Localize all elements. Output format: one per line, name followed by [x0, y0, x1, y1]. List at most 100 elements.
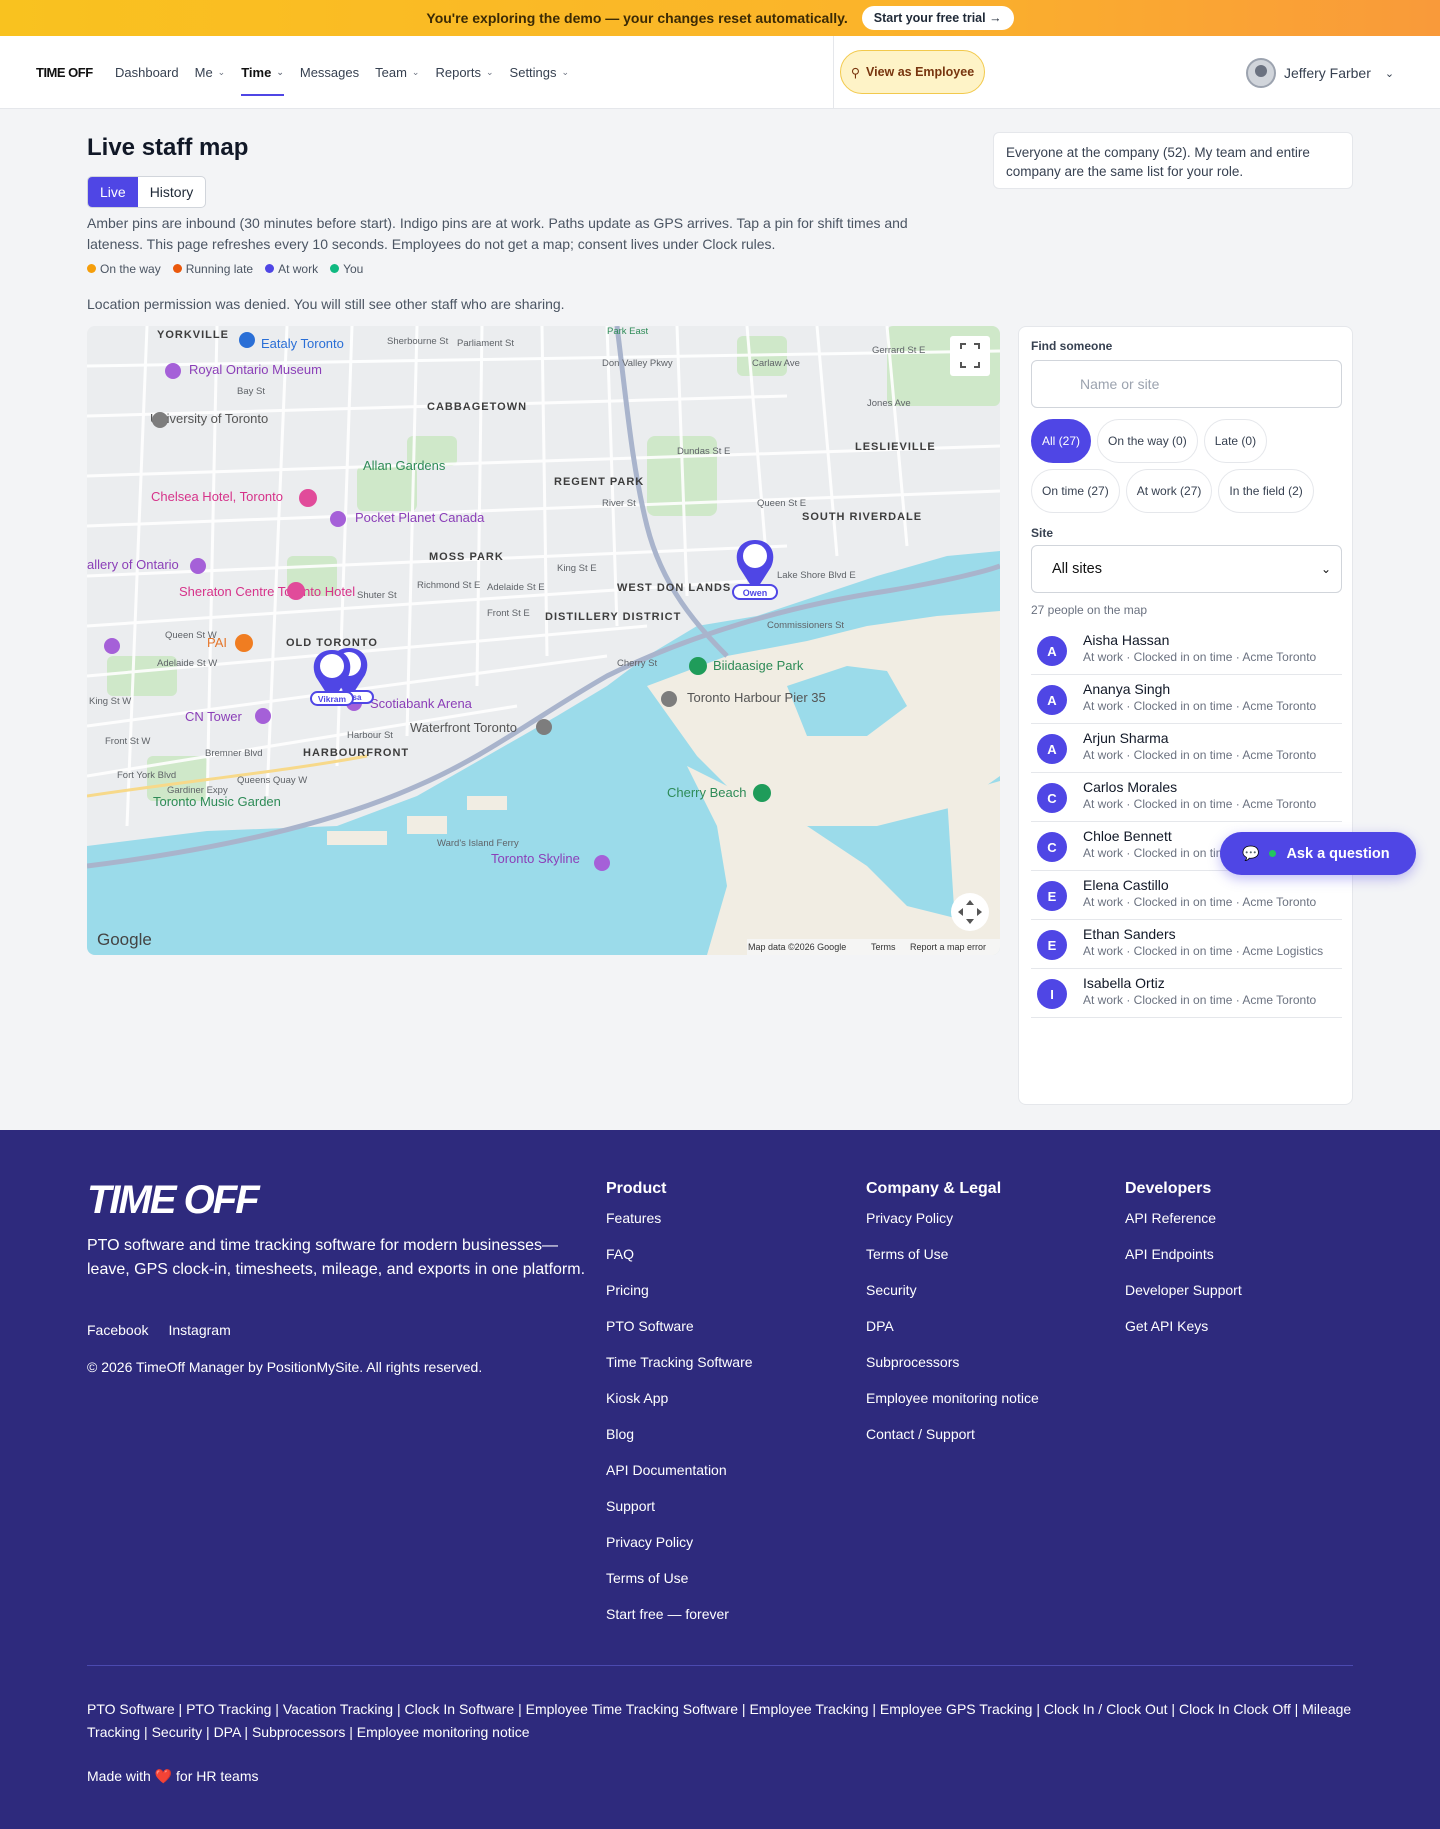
map-street: King St W [89, 696, 131, 707]
fullscreen-button[interactable] [950, 336, 990, 376]
footer-link[interactable]: Security [866, 1282, 1039, 1318]
map-label-biidaasige: Biidaasige Park [713, 658, 804, 673]
footer-link[interactable]: Blog [606, 1426, 753, 1462]
map-label-allan-gardens: Allan Gardens [363, 458, 446, 473]
list-item[interactable]: A Ananya Singh At work · Clocked in on tim… [1031, 675, 1342, 724]
map-attribution: Map data ©2026 Google [748, 942, 846, 952]
footer-link[interactable]: API Documentation [606, 1462, 753, 1498]
list-item[interactable]: I Isabella Ortiz At work · Clocked in on t… [1031, 969, 1342, 1018]
search-input[interactable]: Name or site [1031, 360, 1342, 408]
start-trial-button[interactable]: Start your free trial → [861, 6, 1014, 30]
map-canvas[interactable]: YORKVILLE CABBAGETOWN REGENT PARK LESLIE… [87, 326, 1000, 955]
map-street: Carlaw Ave [752, 358, 800, 369]
map-pin-vikram[interactable]: Vikram [310, 650, 354, 706]
user-menu[interactable]: Jeffery Farber ⌄ [1246, 58, 1394, 88]
view-tabs: Live History [87, 176, 207, 208]
footer-link[interactable]: DPA [866, 1318, 1039, 1354]
map-street: Jones Ave [867, 398, 911, 409]
page-title: Live staff map [87, 134, 249, 161]
footer-link[interactable]: API Endpoints [1125, 1246, 1242, 1282]
footer-link[interactable]: Terms of Use [866, 1246, 1039, 1282]
footer-link[interactable]: Get API Keys [1125, 1318, 1242, 1354]
facebook-link[interactable]: Facebook [87, 1322, 148, 1338]
nav-label: Reports [435, 65, 481, 80]
footer-link[interactable]: PTO Software [606, 1318, 753, 1354]
chevron-down-icon: ⌄ [1320, 562, 1331, 576]
filter-chip[interactable]: Late (0) [1203, 419, 1268, 463]
filter-chip[interactable]: On the way (0) [1097, 419, 1198, 463]
app-logo[interactable]: TIME OFF [36, 65, 93, 80]
footer-link[interactable]: API Reference [1125, 1210, 1242, 1246]
nav-me[interactable]: Me ⌄ [187, 36, 234, 109]
footer-seo-links[interactable]: PTO Software | PTO Tracking | Vacation T… [87, 1698, 1353, 1744]
list-item[interactable]: C Carlos Morales At work · Clocked in on t… [1031, 773, 1342, 822]
nav-links: Dashboard Me ⌄ Time ⌄ Messages Team ⌄ Reports ⌄ Se… [107, 36, 577, 109]
chevron-down-icon: ⌄ [561, 67, 570, 77]
nav-reports[interactable]: Reports ⌄ [427, 36, 501, 109]
footer-link[interactable]: Kiosk App [606, 1390, 753, 1426]
legend-dot [172, 264, 182, 273]
map-label-south-riverdale: SOUTH RIVERDALE [802, 511, 922, 523]
nav-time[interactable]: Time ⌄ [233, 36, 292, 109]
footer-link[interactable]: FAQ [606, 1246, 753, 1282]
legend-label: You [343, 262, 364, 276]
footer-col-title: Company & Legal [866, 1180, 1002, 1197]
footer-link[interactable]: Pricing [606, 1282, 753, 1318]
footer-link[interactable]: Developer Support [1125, 1282, 1242, 1318]
map-label-music-garden: Toronto Music Garden [153, 794, 281, 809]
view-as-employee-button[interactable]: ⚲ View as Employee [840, 50, 985, 94]
map-label-leslieville: LESLIEVILLE [855, 441, 936, 453]
view-as-label: View as Employee [865, 65, 975, 79]
list-item[interactable]: E Ethan Sanders At work · Clocked in on ti… [1031, 920, 1342, 969]
tab-history[interactable]: History [138, 177, 206, 207]
person-name: Elena Castillo [1083, 877, 1169, 893]
map-street: Sherbourne St [387, 336, 449, 347]
tab-live[interactable]: Live [88, 177, 138, 207]
avatar: E [1037, 881, 1067, 911]
footer-link[interactable]: Terms of Use [606, 1570, 753, 1606]
social-links: Facebook Instagram [87, 1322, 231, 1338]
footer-link[interactable]: Start free — forever [606, 1606, 753, 1642]
nav-team[interactable]: Team ⌄ [367, 36, 427, 109]
list-item[interactable]: A Arjun Sharma At work · Clocked in on tim… [1031, 724, 1342, 773]
filter-chip[interactable]: At work (27) [1125, 469, 1213, 513]
nav-settings[interactable]: Settings ⌄ [502, 36, 578, 109]
filter-chip[interactable]: In the field (2) [1218, 469, 1314, 513]
footer-link[interactable]: Subprocessors [866, 1354, 1039, 1390]
footer-link[interactable]: Privacy Policy [866, 1210, 1039, 1246]
legend-dot [330, 264, 340, 273]
footer-link[interactable]: Privacy Policy [606, 1534, 753, 1570]
avatar: A [1037, 636, 1067, 666]
filter-chip[interactable]: On time (27) [1031, 469, 1120, 513]
footer-link[interactable]: Contact / Support [866, 1426, 1039, 1462]
footer-link[interactable]: Employee monitoring notice [866, 1390, 1039, 1426]
filter-chips-secondary: On time (27) At work (27) In the field (2) [1031, 469, 1314, 513]
instagram-link[interactable]: Instagram [168, 1322, 230, 1338]
nav-dashboard[interactable]: Dashboard [107, 36, 187, 109]
map-description: Amber pins are inbound (30 minutes befor… [87, 215, 908, 252]
map-report-error-link[interactable]: Report a map error [910, 942, 986, 952]
nav-label: Messages [299, 65, 360, 80]
list-item[interactable]: E Elena Castillo At work · Clocked in on t… [1031, 871, 1342, 920]
map-street: Park East [607, 326, 649, 337]
map-label-waterfront: Waterfront Toronto [410, 720, 517, 735]
chat-bubble-icon: 💬 [1242, 845, 1260, 861]
person-name: Isabella Ortiz [1083, 975, 1165, 991]
live-map[interactable]: YORKVILLE CABBAGETOWN REGENT PARK LESLIE… [87, 326, 1000, 955]
footer-link[interactable]: Time Tracking Software [606, 1354, 753, 1390]
nav-label: Team [375, 65, 407, 80]
footer-logo[interactable]: TIME OFF [87, 1178, 260, 1223]
map-street: Gardiner Expy [167, 785, 228, 796]
user-name: Jeffery Farber [1284, 65, 1371, 81]
nav-messages[interactable]: Messages [292, 36, 367, 109]
footer-link[interactable]: Features [606, 1210, 753, 1246]
map-pan-control[interactable] [951, 893, 989, 931]
footer-link[interactable]: Support [606, 1498, 753, 1534]
map-terms-link[interactable]: Terms [871, 942, 896, 952]
map-street: Queens Quay W [237, 775, 307, 786]
map-label-west-don-lands: WEST DON LANDS [617, 582, 731, 594]
site-select[interactable]: All sites ⌄ [1031, 545, 1342, 593]
filter-chip[interactable]: All (27) [1031, 419, 1092, 463]
ask-question-button[interactable]: 💬 Ask a question [1220, 832, 1416, 875]
list-item[interactable]: A Aisha Hassan At work · Clocked in on tim… [1031, 626, 1342, 675]
